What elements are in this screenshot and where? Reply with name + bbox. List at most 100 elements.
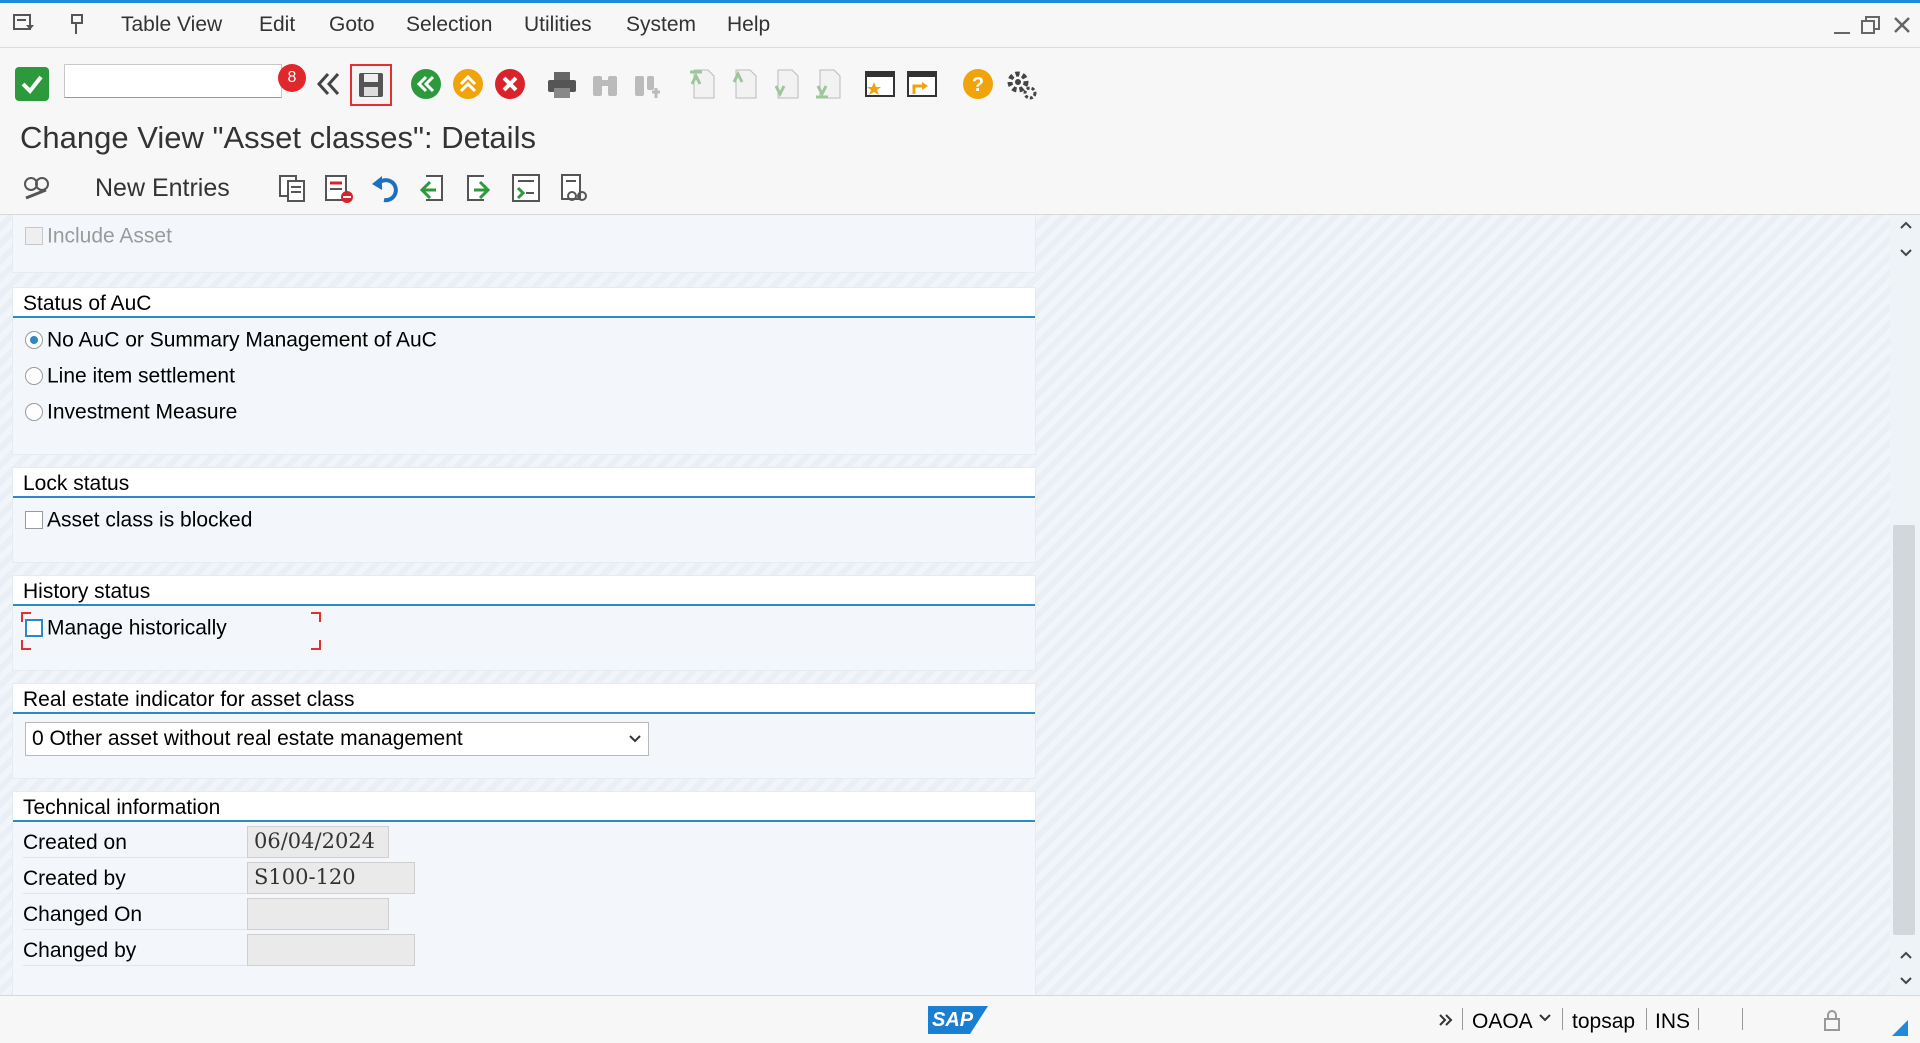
detail-content: Include Asset Status of AuC No AuC or Su… [0, 215, 1890, 995]
manage-historically-checkbox[interactable] [25, 619, 43, 638]
lock-row[interactable]: Asset class is blocked [25, 508, 252, 532]
menu-goto[interactable]: Goto [329, 13, 375, 37]
auc-status-group: Status of AuC No AuC or Summary Manageme… [12, 287, 1036, 455]
created-on-label: Created on [23, 826, 251, 858]
previous-entry-icon[interactable] [416, 172, 448, 204]
menu-system[interactable]: System [626, 13, 696, 37]
user-name: topsap [1572, 1010, 1636, 1033]
resize-grip-icon[interactable] [1892, 1020, 1908, 1036]
include-asset-label: Include Asset [47, 224, 172, 248]
display-change-icon[interactable] [20, 172, 52, 204]
notification-badge: 8 [278, 64, 306, 92]
include-asset-row: Include Asset [25, 224, 172, 248]
real-estate-header: Real estate indicator for asset class [13, 684, 1035, 714]
new-session-icon[interactable] [864, 68, 896, 100]
save-button[interactable] [350, 64, 392, 106]
shortcut-icon[interactable] [906, 68, 938, 100]
auc-option-label: Line item settlement [47, 364, 235, 388]
delete-icon[interactable] [322, 172, 354, 204]
menu-edit[interactable]: Edit [259, 13, 295, 37]
auc-status-header: Status of AuC [13, 288, 1035, 318]
help-button[interactable]: ? [962, 68, 994, 100]
new-entries-button[interactable]: New Entries [95, 174, 230, 203]
menu-table-view[interactable]: Table View [121, 13, 222, 37]
lock-status-header: Lock status [13, 468, 1035, 498]
cancel-button[interactable] [494, 68, 526, 100]
last-page-icon [816, 69, 841, 99]
insert-mode: INS [1655, 1010, 1691, 1033]
menu-bar: Table View Edit Goto Selection Utilities… [0, 3, 1920, 48]
expand-status-icon[interactable] [1438, 1012, 1454, 1028]
created-by-field: S100-120 [247, 862, 415, 894]
auc-option-row[interactable]: Line item settlement [25, 364, 235, 388]
application-toolbar: New Entries [0, 162, 1920, 215]
auc-option-row[interactable]: No AuC or Summary Management of AuC [25, 328, 437, 352]
exit-button[interactable] [452, 68, 484, 100]
created-by-label: Created by [23, 862, 251, 894]
real-estate-group: Real estate indicator for asset class 0 … [12, 683, 1036, 779]
auc-line-item-radio[interactable] [25, 367, 43, 386]
history-status-header: History status [13, 576, 1035, 606]
svg-text:?: ? [972, 74, 984, 96]
auc-status-title: Status of AuC [23, 292, 152, 315]
history-status-group: History status Manage historically [12, 575, 1036, 671]
close-window-icon[interactable] [1892, 15, 1912, 35]
auc-investment-radio[interactable] [25, 403, 43, 422]
created-on-field: 06/04/2024 [247, 826, 389, 858]
settings-gear-icon[interactable] [1004, 68, 1038, 102]
changed-by-label: Changed by [23, 934, 251, 966]
restore-icon[interactable] [1860, 15, 1882, 37]
include-asset-group: Include Asset [12, 215, 1036, 273]
changed-on-label: Changed On [23, 898, 251, 930]
scroll-up-icon[interactable] [1899, 219, 1913, 231]
asset-class-blocked-label: Asset class is blocked [47, 508, 253, 532]
scrollbar-thumb[interactable] [1893, 525, 1915, 935]
find-next-icon [635, 76, 660, 98]
layout-menu-icon[interactable] [70, 12, 94, 36]
print-view-icon[interactable] [558, 172, 590, 204]
real-estate-dropdown[interactable]: 0 Other asset without real estate manage… [25, 722, 649, 756]
scroll-up-icon[interactable] [1899, 949, 1913, 961]
print-button[interactable] [546, 70, 578, 100]
technical-info-title: Technical information [23, 796, 221, 819]
scroll-down-icon[interactable] [1899, 975, 1913, 987]
history-status-title: History status [23, 580, 151, 603]
scroll-down-icon[interactable] [1899, 247, 1913, 259]
chevron-down-icon[interactable] [1538, 1012, 1552, 1024]
menu-selection[interactable]: Selection [406, 13, 492, 37]
changed-on-field [247, 898, 389, 930]
technical-info-group: Technical information Created on 06/04/2… [12, 791, 1036, 995]
system-id[interactable]: OAOA [1472, 1010, 1533, 1034]
chevron-down-icon [629, 735, 641, 743]
status-bar: SAP OAOA topsap INS [0, 995, 1920, 1043]
menu-help[interactable]: Help [727, 13, 770, 37]
asset-class-blocked-checkbox[interactable] [25, 511, 43, 530]
enter-button[interactable] [14, 66, 50, 102]
lock-icon [1824, 1010, 1840, 1031]
command-field[interactable] [64, 64, 282, 98]
back-button[interactable] [410, 68, 442, 100]
menu-icon[interactable] [12, 11, 36, 35]
auc-option-label: No AuC or Summary Management of AuC [47, 328, 437, 352]
auc-option-row[interactable]: Investment Measure [25, 400, 237, 424]
sap-logo-text: SAP [932, 1009, 974, 1031]
auc-summary-radio[interactable] [25, 331, 43, 350]
include-asset-checkbox [25, 227, 43, 246]
previous-page-icon [732, 69, 757, 99]
copy-as-icon[interactable] [276, 172, 308, 204]
sap-logo: SAP [928, 1006, 988, 1034]
history-row[interactable]: Manage historically [25, 616, 227, 640]
title-bar: Change View "Asset classes": Details [0, 110, 1920, 163]
select-all-icon[interactable] [510, 172, 542, 204]
minimize-icon[interactable] [1832, 17, 1852, 37]
page-title: Change View "Asset classes": Details [20, 120, 536, 155]
undo-icon[interactable] [370, 172, 402, 204]
lock-status-group: Lock status Asset class is blocked [12, 467, 1036, 563]
changed-by-field [247, 934, 415, 966]
real-estate-title: Real estate indicator for asset class [23, 688, 355, 711]
menu-utilities[interactable]: Utilities [524, 13, 592, 37]
command-collapse-icon[interactable] [314, 70, 342, 98]
find-icon [593, 76, 617, 96]
auc-option-label: Investment Measure [47, 400, 238, 424]
next-entry-icon[interactable] [462, 172, 494, 204]
